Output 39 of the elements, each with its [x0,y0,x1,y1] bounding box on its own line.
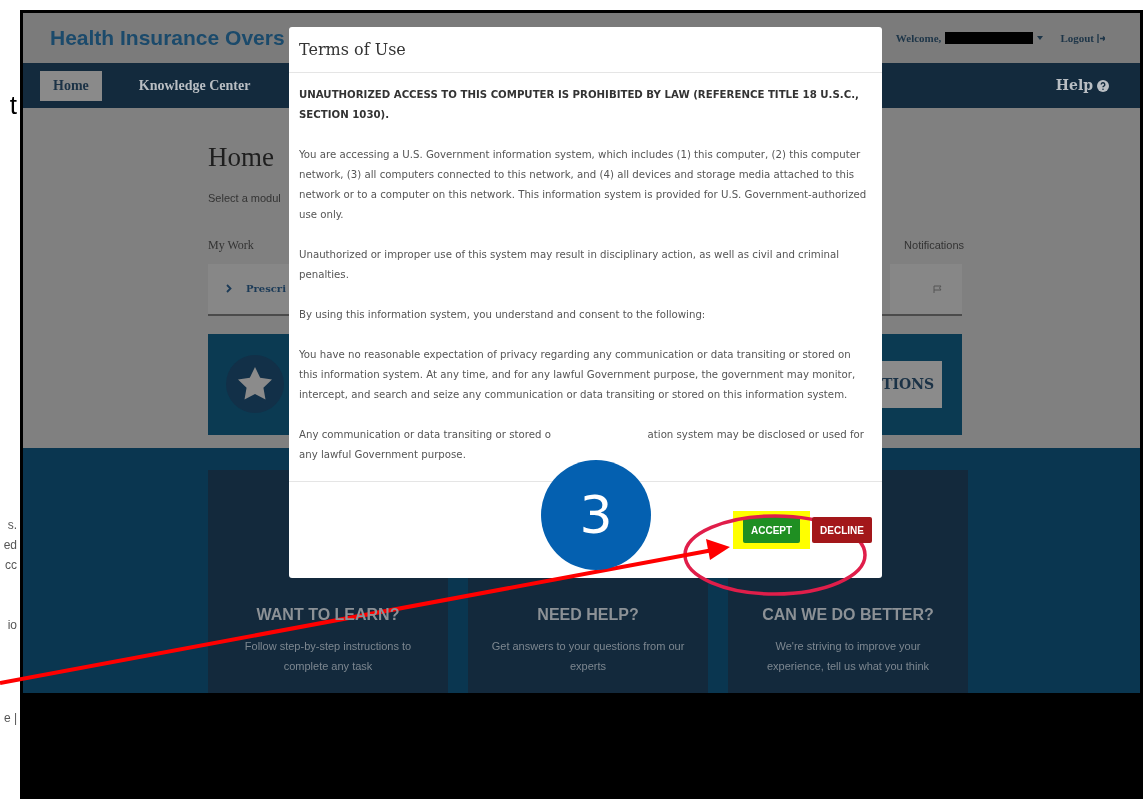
section-heading: My Work [208,236,254,254]
terms-text: any lawful Government purpose. [299,448,467,462]
text-fragment: ed [3,539,17,551]
text-fragment: io [7,619,17,631]
logout-icon [1097,33,1105,43]
card-text: We're striving to improve your experience, tell us what you think [765,639,930,674]
section-heading: Notifications [904,238,964,253]
terms-paragraph: Unauthorized or improper use of this system may result in disciplinary action, as well as civil and criminal penalties. [299,248,841,282]
welcome-text: Welcome, [895,30,942,46]
terms-paragraph: You have no reasonable expectation of privacy regarding any communication or data transiting or stored on this information system. At any time, and for any lawful Government purpose, the government may monitor, intercept, and search and seize any communication or data transiting or stored on this information system. [299,348,857,402]
help-icon [1097,79,1109,92]
terms-paragraph: By using this information system, you understand and consent to the following: [299,308,707,322]
terms-text: ation system may be disclosed or used for [647,428,864,442]
card-title: NEED HELP? [537,605,639,625]
card-text: Get answers to your questions from our experts [490,639,686,674]
terms-paragraph: You are accessing a U.S. Government information system, which includes (1) this computer, (2) this computer network, (3) all computers connected to this network, and (4) all devices and storage media attached to this network or to a computer on this network. This information system is provided for U.S. Government-authorized use only. [299,148,868,222]
decline-button[interactable]: DECLINE [812,517,872,543]
card-title: CAN WE DO BETTER? [762,605,934,625]
page-subtitle: Select a modul [208,191,281,206]
nav-tab[interactable]: Home [40,70,102,101]
text-fragment: t [9,92,17,118]
text-fragment: e | [3,712,17,724]
terms-text: Any communication or data transiting or stored o [299,428,551,442]
page-title: Home [208,142,274,172]
list-item[interactable]: Prescri [246,281,286,296]
dialog-title: Terms of Use [299,38,406,61]
text-fragment: cc [5,559,17,571]
card-text: Follow step-by-step instructions to complete any task [243,639,413,674]
nav-tab[interactable]: Knowledge Center [125,70,264,101]
chevron-icon [226,284,232,293]
help-link[interactable]: Help [1055,75,1109,96]
site-title: Health Insurance Overs [50,25,285,52]
accept-button[interactable]: ACCEPT [742,517,801,544]
banner-button[interactable]: TIONS [882,360,942,408]
warning-text: UNAUTHORIZED ACCESS TO THIS COMPUTER IS PROHIBITED BY LAW (REFERENCE TITLE 18 U.S.C., SECTION 1030). [299,88,860,122]
logout-link[interactable]: Logout [1060,29,1105,47]
caret-icon[interactable] [1037,36,1044,40]
text-fragment: s. [7,519,17,531]
flag-icon [933,284,942,293]
